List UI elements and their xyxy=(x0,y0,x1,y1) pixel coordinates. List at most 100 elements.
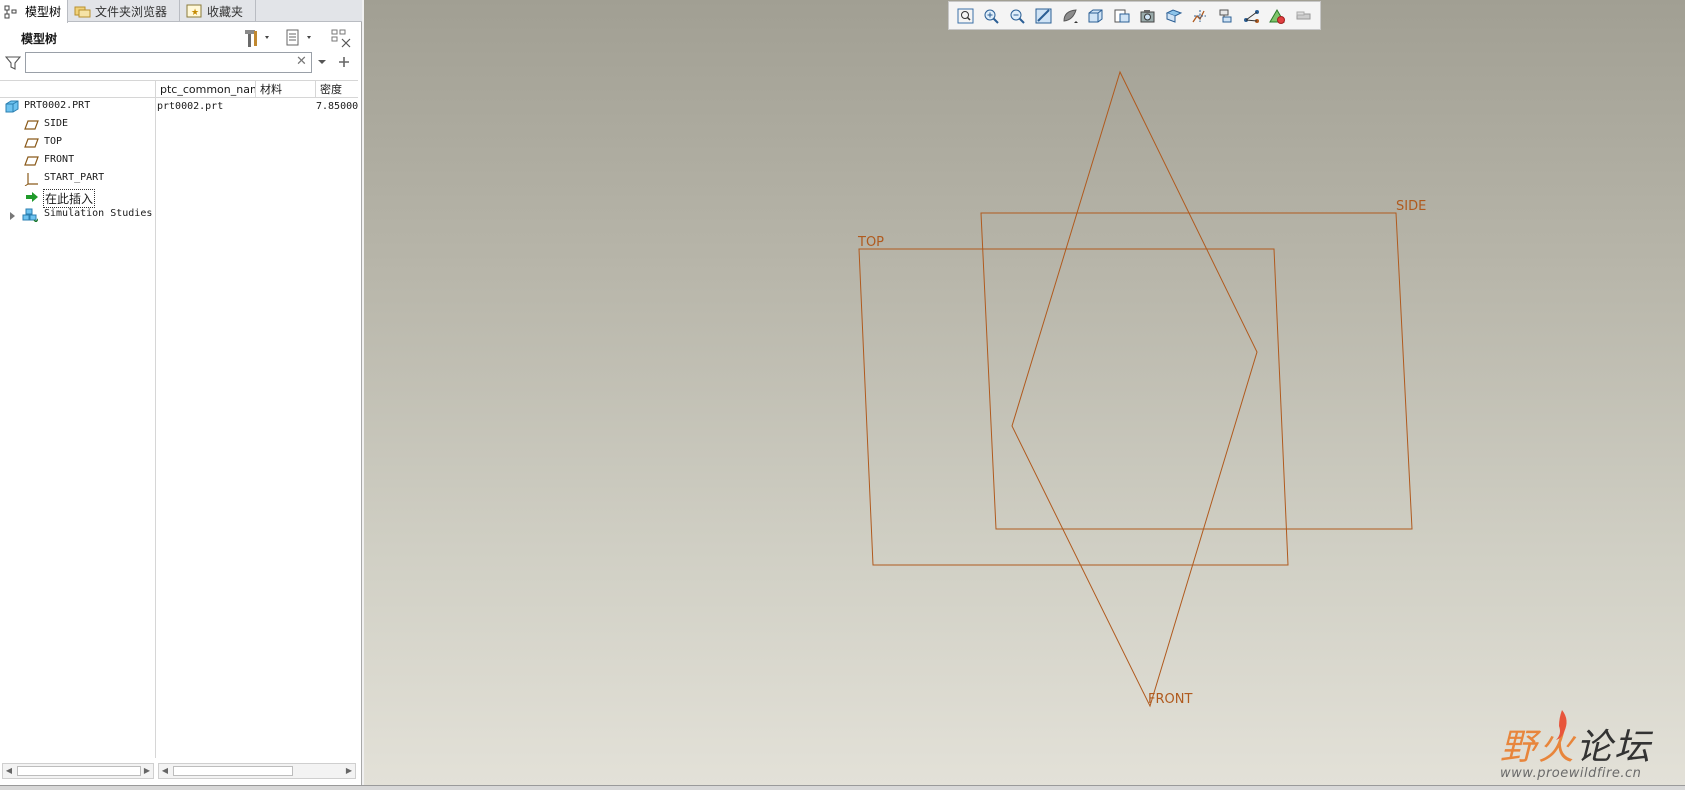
columns-horizontal-scrollbar[interactable]: ◀ ▶ xyxy=(158,763,356,779)
point-display-icon xyxy=(1269,8,1285,24)
expand-arrow-icon[interactable] xyxy=(9,211,17,220)
tree-horizontal-scrollbar[interactable]: ◀ ▶ xyxy=(2,763,154,779)
model-tree-title: 模型树 xyxy=(21,32,58,46)
datum-plane-icon xyxy=(24,138,39,148)
search-dropdown-icon[interactable] xyxy=(317,59,327,65)
scroll-left-icon[interactable]: ◀ xyxy=(3,764,15,778)
zoom-in-icon xyxy=(984,9,999,24)
svg-text:★: ★ xyxy=(191,8,199,18)
tree-column-header: ptc_common_name 材料 密度 xyxy=(0,80,358,98)
display-style-icon xyxy=(1063,8,1078,23)
scroll-right-icon[interactable]: ▶ xyxy=(141,764,153,778)
coordinate-system-icon xyxy=(24,173,38,186)
part-icon xyxy=(5,100,19,113)
view-manager-button[interactable] xyxy=(1109,5,1135,27)
repaint-icon xyxy=(1035,8,1052,23)
tab-favorites-label: 收藏夹 xyxy=(207,4,244,19)
tree-row-label: Simulation Studies xyxy=(44,208,153,219)
model-tree-header: 模型树 xyxy=(0,22,362,52)
filter-row: ✕ xyxy=(0,50,362,76)
front-plane-outline[interactable] xyxy=(1011,70,1258,708)
tree-settings-button[interactable] xyxy=(284,27,318,49)
flame-icon xyxy=(1556,710,1567,740)
navigator-tabs: 模型树 文件夹浏览器 ★ 收藏夹 xyxy=(0,0,362,23)
scroll-thumb[interactable] xyxy=(17,766,141,776)
zoom-out-button[interactable] xyxy=(1005,5,1031,27)
forum-watermark: 野火论坛 www.proewildfire.cn xyxy=(1500,708,1670,784)
creo-window: 模型树 文件夹浏览器 ★ 收藏夹 模型树 ✕ ptc_common_na 材料 … xyxy=(0,0,1685,790)
zoom-in-button[interactable] xyxy=(979,5,1005,27)
tree-row-front[interactable]: FRONT xyxy=(0,152,358,170)
zoom-out-icon xyxy=(1010,9,1025,24)
simulation-icon xyxy=(22,208,38,222)
tree-row-simulation[interactable]: Simulation Studies xyxy=(0,206,358,224)
favorites-icon: ★ xyxy=(186,4,202,18)
saved-orientations-icon xyxy=(1088,9,1103,22)
tree-row-insert-here[interactable]: 在此插入 xyxy=(0,188,358,208)
status-bar xyxy=(0,785,1685,790)
tab-model-tree[interactable]: 模型树 xyxy=(0,0,68,23)
annotation-display-button[interactable] xyxy=(1291,5,1317,27)
tree-row-part[interactable]: PRT0002.PRT prt0002.prt 7.85000 xyxy=(0,98,358,116)
tree-row-top[interactable]: TOP xyxy=(0,134,358,152)
datum-display-button[interactable] xyxy=(1187,5,1213,27)
saved-orientations-button[interactable] xyxy=(1083,5,1109,27)
tab-model-tree-label: 模型树 xyxy=(25,5,62,19)
tree-tools-button[interactable] xyxy=(242,27,276,49)
side-plane-label[interactable]: SIDE xyxy=(1396,199,1426,214)
repaint-button[interactable] xyxy=(1031,5,1057,27)
view-manager-icon xyxy=(1114,9,1130,22)
clear-search-icon[interactable]: ✕ xyxy=(296,54,307,69)
front-plane-label[interactable]: FRONT xyxy=(1148,692,1192,707)
axis-display-button[interactable] xyxy=(1239,5,1265,27)
plane-display-icon xyxy=(1219,9,1232,22)
datum-plane-icon xyxy=(24,156,39,166)
plane-display-button[interactable] xyxy=(1213,5,1239,27)
side-plane-outline[interactable] xyxy=(980,212,1413,530)
density-cell: 7.85000 xyxy=(316,101,358,112)
refit-icon xyxy=(957,8,974,23)
watermark-logo: 野火论坛 xyxy=(1500,718,1652,770)
show-hide-columns-button[interactable] xyxy=(330,27,356,49)
tree-row-label: START_PART xyxy=(44,172,105,183)
tab-favorites[interactable]: ★ 收藏夹 xyxy=(182,0,256,22)
column-density[interactable]: 密度 xyxy=(315,81,358,98)
perspective-button[interactable] xyxy=(1135,5,1161,27)
tab-folder-browser-label: 文件夹浏览器 xyxy=(95,4,168,19)
display-style-button[interactable] xyxy=(1057,5,1083,27)
insert-here-arrow-icon xyxy=(26,192,38,202)
scroll-right-icon[interactable]: ▶ xyxy=(343,764,355,778)
perspective-icon xyxy=(1140,9,1155,22)
model-tree-icon xyxy=(4,5,20,19)
filter-icon[interactable] xyxy=(5,55,21,71)
settings-list-icon xyxy=(286,29,311,46)
search-input[interactable] xyxy=(25,52,312,73)
column-material[interactable]: 材料 xyxy=(255,81,315,98)
section-icon xyxy=(1165,8,1183,23)
section-button[interactable] xyxy=(1161,5,1187,27)
tree-row-side[interactable]: SIDE xyxy=(0,116,358,134)
scroll-thumb[interactable] xyxy=(173,766,293,776)
refit-button[interactable] xyxy=(953,5,979,27)
axis-display-icon xyxy=(1244,9,1259,23)
top-plane-label[interactable]: TOP xyxy=(858,235,884,250)
tab-folder-browser[interactable]: 文件夹浏览器 xyxy=(70,0,180,22)
tree-row-start-part[interactable]: START_PART xyxy=(0,170,358,188)
graphics-viewport[interactable]: SIDE TOP FRONT xyxy=(364,0,1685,785)
hammer-tools-icon xyxy=(245,30,269,47)
top-plane-outline[interactable] xyxy=(858,248,1289,566)
common-name-cell: prt0002.prt xyxy=(157,101,224,112)
tree-row-label: SIDE xyxy=(44,118,69,129)
watermark-part2: 论坛 xyxy=(1576,727,1653,768)
datum-plane-icon xyxy=(24,120,39,130)
tree-row-label: TOP xyxy=(44,136,63,147)
point-display-button[interactable] xyxy=(1265,5,1291,27)
columns-visibility-icon xyxy=(331,29,351,48)
datum-planes-graphic xyxy=(858,70,1413,708)
column-common-name[interactable]: ptc_common_name xyxy=(155,81,255,98)
add-filter-icon[interactable] xyxy=(337,55,351,69)
scroll-left-icon[interactable]: ◀ xyxy=(159,764,171,778)
navigator-panel: 模型树 文件夹浏览器 ★ 收藏夹 模型树 ✕ ptc_common_na 材料 … xyxy=(0,0,362,785)
tree-row-label: FRONT xyxy=(44,154,75,165)
watermark-url: www.proewildfire.cn xyxy=(1500,766,1642,781)
